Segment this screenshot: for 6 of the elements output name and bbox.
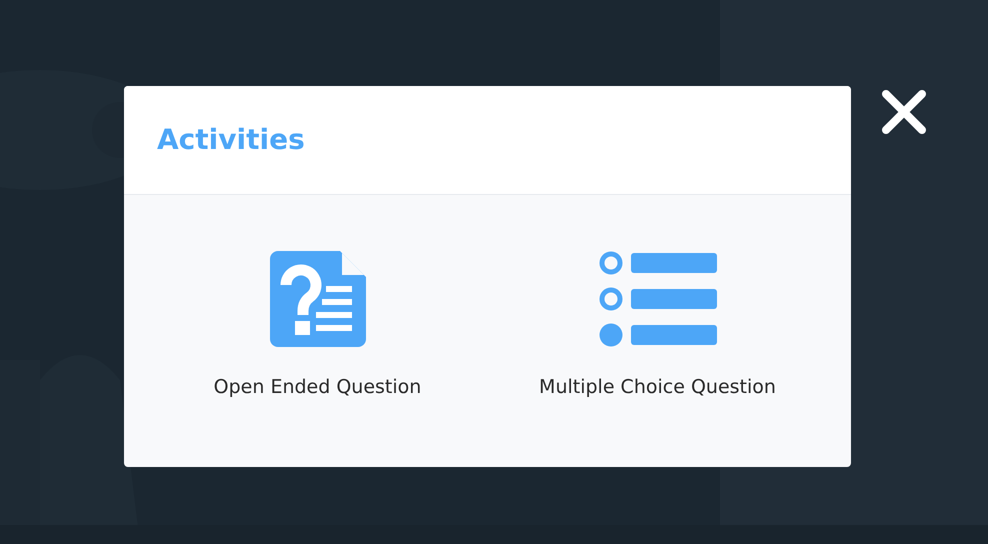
question-document-icon	[270, 251, 366, 347]
activity-option[interactable]: Multiple Choice Question	[508, 251, 808, 402]
activity-option[interactable]: Open Ended Question	[168, 251, 468, 402]
list-icon	[598, 251, 716, 347]
close-icon	[881, 89, 927, 135]
dialog-title: Activities	[157, 122, 305, 158]
